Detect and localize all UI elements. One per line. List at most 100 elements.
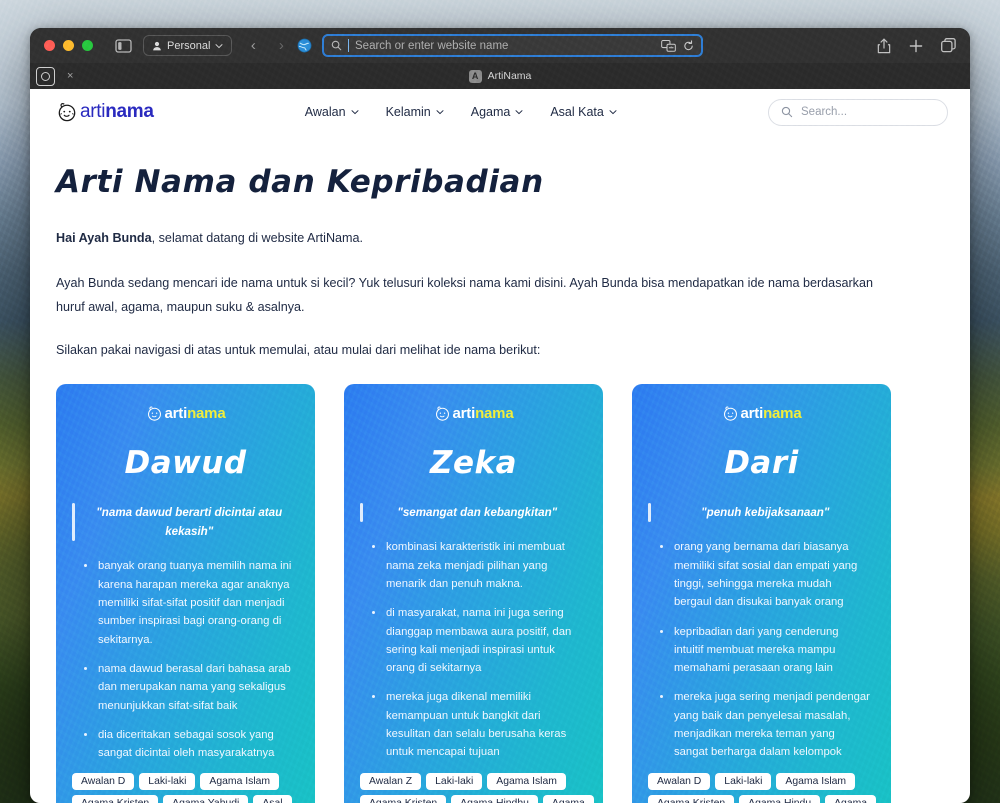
profile-label: Personal xyxy=(167,39,211,52)
card-quote: "nama dawud berarti dicintai atau kekasi… xyxy=(96,506,283,539)
tag-chip[interactable]: Agama Islam xyxy=(776,773,856,791)
card-name: Dari xyxy=(724,445,799,482)
baby-face-icon xyxy=(147,406,161,421)
card-name: Dawud xyxy=(124,445,247,482)
card-tags: Awalan D Laki-laki Agama Islam Agama Kri… xyxy=(648,773,891,803)
tag-chip[interactable]: Agama Hindu xyxy=(739,795,821,803)
nav-label: Kelamin xyxy=(385,105,431,119)
name-card[interactable]: artinama Dari "penuh kebijaksanaan" oran… xyxy=(632,384,891,803)
card-tags: Awalan D Laki-laki Agama Islam Agama Kri… xyxy=(72,773,315,803)
list-item: nama dawud berasal dari bahasa arab dan … xyxy=(82,660,295,715)
logo-text-bold: nama xyxy=(105,101,154,122)
nav-label: Awalan xyxy=(304,105,346,119)
name-cards-row: artinama Dawud "nama dawud berarti dicin… xyxy=(56,384,944,803)
greeting-rest: , selamat datang di website ArtiNama. xyxy=(151,231,364,245)
logo-text-light: arti xyxy=(80,101,106,122)
tag-chip[interactable]: Agama Islam xyxy=(487,773,566,791)
tag-chip[interactable]: Awalan D xyxy=(648,773,711,791)
card-bullet-list: orang yang bernama dari biasanya memilik… xyxy=(648,538,875,761)
site-logo[interactable]: artinama xyxy=(56,101,154,123)
tab-title: ArtiNama xyxy=(487,70,532,82)
card-logo: artinama xyxy=(72,405,299,422)
site-search-placeholder: Search... xyxy=(801,106,848,118)
close-window-button[interactable] xyxy=(44,40,55,51)
nav-item-kelamin[interactable]: Kelamin xyxy=(386,105,444,119)
chevron-down-icon xyxy=(436,110,444,115)
card-logo-light: arti xyxy=(740,405,764,423)
tab-favicon: A xyxy=(468,69,482,83)
list-item: kombinasi karakteristik ini membuat nama… xyxy=(370,538,583,593)
back-button[interactable]: ‹ xyxy=(246,37,260,54)
list-item: dia diceritakan sebagai sosok yang sanga… xyxy=(82,726,295,763)
tag-chip[interactable]: Agama Islam xyxy=(200,773,280,791)
tab-group-icon[interactable] xyxy=(36,66,55,86)
tag-chip[interactable]: Agama xyxy=(825,795,877,803)
browser-window: Personal ‹ › Search or enter website nam… xyxy=(30,28,970,803)
tag-chip[interactable]: Awalan D xyxy=(72,773,135,791)
address-placeholder: Search or enter website name xyxy=(355,39,509,52)
greeting-paragraph: Hai Ayah Bunda, selamat datang di websit… xyxy=(56,226,901,251)
chevron-down-icon xyxy=(215,43,223,48)
address-bar-area: Search or enter website name xyxy=(297,34,703,57)
card-logo-light: arti xyxy=(164,405,188,423)
name-card[interactable]: artinama Dawud "nama dawud berarti dicin… xyxy=(56,384,315,803)
globe-icon[interactable] xyxy=(297,38,312,53)
baby-face-icon xyxy=(58,103,76,122)
search-icon xyxy=(331,40,342,51)
minimize-window-button[interactable] xyxy=(63,40,74,51)
nav-item-asal-kata[interactable]: Asal Kata xyxy=(550,105,617,119)
card-quote-row: "nama dawud berarti dicintai atau kekasi… xyxy=(72,503,299,542)
card-tags: Awalan Z Laki-laki Agama Islam Agama Kri… xyxy=(360,773,603,803)
card-logo: artinama xyxy=(360,405,587,422)
nav-label: Agama xyxy=(470,105,511,119)
nav-item-agama[interactable]: Agama xyxy=(471,105,524,119)
card-quote: "semangat dan kebangkitan" xyxy=(397,506,558,520)
name-card[interactable]: artinama Zeka "semangat dan kebangkitan"… xyxy=(344,384,603,803)
tag-chip[interactable]: Laki-laki xyxy=(715,773,772,791)
card-logo-bold: nama xyxy=(763,405,802,423)
close-tab-button[interactable]: × xyxy=(67,70,73,82)
card-quote-row: "penuh kebijaksanaan" xyxy=(648,503,875,523)
list-item: orang yang bernama dari biasanya memilik… xyxy=(658,538,871,611)
tag-chip[interactable]: Agama Kristen xyxy=(648,795,735,803)
tag-chip[interactable]: Laki-laki xyxy=(139,773,196,791)
person-icon xyxy=(153,41,161,50)
tag-chip[interactable]: Asal xyxy=(253,795,292,803)
tab-overview-icon[interactable] xyxy=(941,38,956,53)
card-bullet-list: kombinasi karakteristik ini membuat nama… xyxy=(360,538,587,761)
list-item: mereka juga dikenal memiliki kemampuan u… xyxy=(370,688,583,761)
search-icon xyxy=(781,106,793,118)
profile-switcher-button[interactable]: Personal xyxy=(143,35,233,56)
card-logo-light: arti xyxy=(452,405,476,423)
tag-chip[interactable]: Laki-laki xyxy=(426,773,483,791)
quote-accent-bar xyxy=(648,503,651,523)
intro-paragraph: Ayah Bunda sedang mencari ide nama untuk… xyxy=(56,275,873,315)
page-viewport: artinama Awalan Kelamin Agama Asal Kata … xyxy=(30,89,970,803)
tag-chip[interactable]: Agama Kristen xyxy=(360,795,447,803)
active-tab[interactable]: A ArtiNama xyxy=(30,69,970,83)
tag-chip[interactable]: Awalan Z xyxy=(360,773,422,791)
translate-icon[interactable] xyxy=(661,39,676,52)
tag-chip[interactable]: Agama xyxy=(542,795,594,803)
toolbar-right-actions xyxy=(877,28,956,63)
tag-chip[interactable]: Agama Kristen xyxy=(72,795,159,803)
card-quote: "penuh kebijaksanaan" xyxy=(701,506,830,520)
new-tab-icon[interactable] xyxy=(909,39,923,53)
tag-chip[interactable]: Agama Hindhu xyxy=(451,795,538,803)
nav-item-awalan[interactable]: Awalan xyxy=(305,105,359,119)
list-item: banyak orang tuanya memilih nama ini kar… xyxy=(82,557,295,648)
maximize-window-button[interactable] xyxy=(82,40,93,51)
sidebar-toggle-icon[interactable] xyxy=(113,36,133,56)
address-bar[interactable]: Search or enter website name xyxy=(322,34,703,57)
site-header: artinama Awalan Kelamin Agama Asal Kata … xyxy=(30,89,970,135)
forward-button[interactable]: › xyxy=(274,37,288,54)
reload-icon[interactable] xyxy=(683,39,694,52)
text-caret xyxy=(348,39,349,52)
baby-face-icon xyxy=(435,406,449,421)
list-item: di masyarakat, nama ini juga sering dian… xyxy=(370,604,583,677)
share-icon[interactable] xyxy=(877,38,891,54)
tag-chip[interactable]: Agama Yahudi xyxy=(163,795,249,803)
site-search-box[interactable]: Search... xyxy=(768,98,948,126)
card-logo-bold: nama xyxy=(475,405,514,423)
quote-accent-bar xyxy=(360,503,363,523)
